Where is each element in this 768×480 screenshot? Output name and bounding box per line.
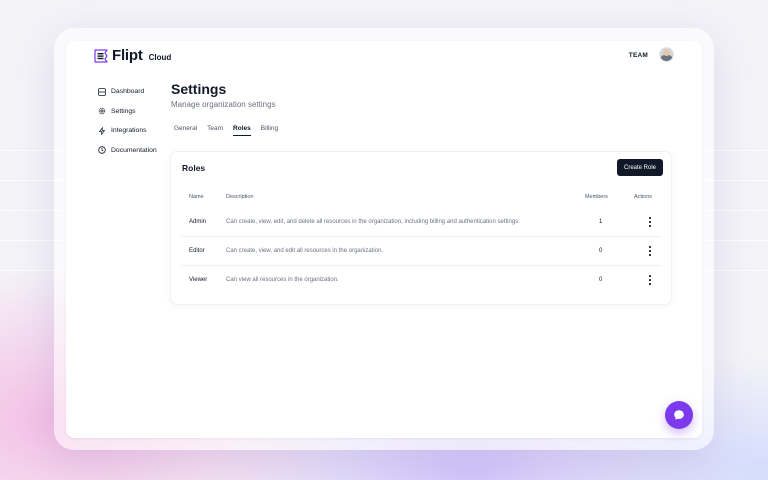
create-role-button[interactable]: Create Role (617, 159, 663, 176)
dashboard-icon (98, 87, 106, 96)
brand-name: Flipt (112, 47, 143, 64)
tab-roles[interactable]: Roles (233, 125, 251, 136)
column-header-description: Description (226, 194, 254, 200)
chat-bubble-icon (674, 410, 684, 420)
role-members-count: 0 (599, 277, 603, 283)
chat-button[interactable] (665, 401, 693, 429)
role-name: Editor (189, 248, 205, 254)
tab-team[interactable]: Team (207, 125, 223, 136)
table-row: Editor Can create, view, and edit all re… (181, 237, 662, 266)
table-row: Admin Can create, view, edit, and delete… (181, 208, 662, 237)
gear-icon (98, 108, 106, 115)
bolt-icon (99, 126, 105, 135)
column-header-name: Name (189, 194, 204, 200)
sidebar-item-label: Integrations (111, 127, 147, 135)
tab-general[interactable]: General (174, 125, 197, 136)
more-actions-icon[interactable] (646, 217, 654, 227)
role-description: Can create, view, edit, and delete all r… (226, 219, 520, 225)
page-subtitle: Manage organization settings (171, 100, 276, 109)
more-actions-icon[interactable] (646, 275, 654, 285)
more-actions-icon[interactable] (646, 246, 654, 256)
brand-suffix: Cloud (148, 52, 172, 62)
role-members-count: 1 (599, 219, 603, 225)
sidebar-item-label: Documentation (111, 146, 157, 154)
role-name: Viewer (189, 277, 208, 283)
column-header-actions: Actions (634, 194, 653, 200)
role-description: Can create, view, and edit all resources… (226, 248, 384, 254)
settings-tabs: General Team Roles Billing (174, 125, 278, 136)
user-avatar[interactable] (659, 47, 674, 62)
help-circle-icon (98, 146, 106, 154)
app-window: Flipt Cloud TEAM Dashboard Settings Inte… (66, 41, 702, 438)
tab-billing[interactable]: Billing (261, 125, 278, 136)
brand-logo[interactable]: Flipt Cloud (94, 47, 171, 64)
role-members-count: 0 (599, 248, 603, 254)
roles-card: Roles Create Role Name Description Membe… (171, 152, 671, 304)
team-label[interactable]: TEAM (629, 52, 648, 59)
role-name: Admin (189, 219, 207, 225)
column-header-members: Members (585, 194, 608, 200)
page-title: Settings (171, 81, 227, 97)
flipt-logo-icon (94, 48, 108, 63)
sidebar-item-label: Dashboard (111, 88, 145, 96)
role-description: Can view all resources in the organizati… (226, 277, 339, 283)
sidebar-item-label: Settings (111, 107, 136, 115)
roles-card-title: Roles (182, 163, 206, 173)
table-row: Viewer Can view all resources in the org… (181, 266, 662, 295)
